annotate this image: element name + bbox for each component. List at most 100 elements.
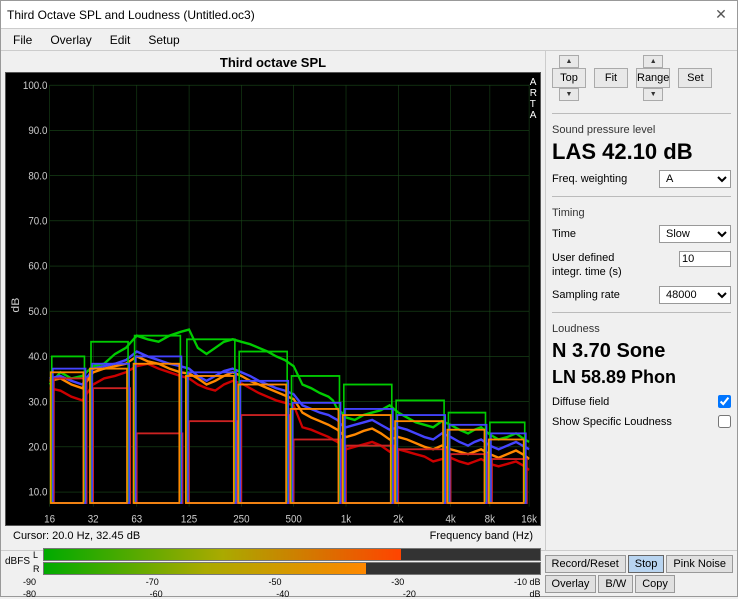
bw-button[interactable]: B/W: [598, 575, 633, 593]
menu-bar: File Overlay Edit Setup: [1, 29, 737, 51]
set-button[interactable]: Set: [678, 68, 712, 88]
tick-50: -50: [268, 577, 281, 587]
freq-weighting-row: Freq. weighting A B C Z: [552, 170, 731, 188]
spl-value: LAS 42.10 dB: [552, 140, 731, 164]
menu-overlay[interactable]: Overlay: [42, 31, 99, 49]
right-panel: ▲ Top ▼ Fit ▲ Range ▼ Set: [545, 51, 737, 550]
action-btn-row-1: Record/Reset Stop Pink Noise: [545, 555, 733, 573]
svg-text:20.0: 20.0: [28, 442, 47, 454]
show-specific-label: Show Specific Loudness: [552, 416, 672, 428]
nav-controls: ▲ Top ▼ Fit ▲ Range ▼ Set: [552, 55, 731, 101]
window-title: Third Octave SPL and Loudness (Untitled.…: [7, 8, 255, 22]
user-defined-input[interactable]: [679, 251, 731, 267]
diffuse-field-checkbox[interactable]: [718, 395, 731, 408]
user-defined-row: User definedintegr. time (s): [552, 251, 731, 280]
tick-70: -70: [146, 577, 159, 587]
svg-text:100.0: 100.0: [23, 80, 48, 92]
dbfs-row-l: dBFS L R: [5, 548, 541, 575]
record-reset-button[interactable]: Record/Reset: [545, 555, 626, 573]
freq-weighting-select[interactable]: A B C Z: [659, 170, 731, 188]
sampling-rate-select[interactable]: 48000 44100 96000: [659, 286, 731, 304]
chart-area: Third octave SPL: [1, 51, 545, 550]
freq-weighting-label: Freq. weighting: [552, 173, 627, 185]
svg-text:500: 500: [286, 514, 303, 525]
range-down-button[interactable]: ▼: [643, 88, 663, 101]
tick-r40: -40: [276, 589, 289, 599]
svg-text:1k: 1k: [341, 514, 352, 525]
svg-text:8k: 8k: [485, 514, 496, 525]
copy-button[interactable]: Copy: [635, 575, 675, 593]
divider-2: [552, 196, 731, 197]
svg-text:90.0: 90.0: [28, 126, 47, 138]
svg-text:70.0: 70.0: [28, 216, 47, 228]
time-label: Time: [552, 228, 576, 240]
svg-text:40.0: 40.0: [28, 352, 47, 364]
show-specific-row: Show Specific Loudness: [552, 415, 731, 428]
pink-noise-button[interactable]: Pink Noise: [666, 555, 733, 573]
overlay-button[interactable]: Overlay: [545, 575, 597, 593]
divider-1: [552, 113, 731, 114]
svg-text:63: 63: [131, 514, 142, 525]
svg-text:2k: 2k: [393, 514, 404, 525]
sampling-rate-label: Sampling rate: [552, 289, 620, 301]
svg-text:250: 250: [233, 514, 250, 525]
svg-text:60.0: 60.0: [28, 261, 47, 273]
svg-text:32: 32: [88, 514, 99, 525]
time-row: Time Slow Fast Impulse: [552, 225, 731, 243]
top-down-button[interactable]: ▼: [559, 88, 579, 101]
bottom-bar: dBFS L R -: [1, 550, 737, 596]
loudness-section-label: Loudness: [552, 323, 731, 335]
tick-10: -10 dB: [514, 577, 541, 587]
loudness-ln-value: LN 58.89 Phon: [552, 367, 731, 389]
stop-button[interactable]: Stop: [628, 555, 665, 573]
arta-label: A R T A: [530, 77, 538, 121]
action-btn-row-2: Overlay B/W Copy: [545, 575, 733, 593]
title-bar: Third Octave SPL and Loudness (Untitled.…: [1, 1, 737, 29]
svg-text:4k: 4k: [445, 514, 456, 525]
chart-title: Third octave SPL: [5, 55, 541, 70]
menu-edit[interactable]: Edit: [102, 31, 139, 49]
freq-axis-label: Frequency band (Hz): [426, 528, 537, 544]
dbfs-label-l: dBFS: [5, 556, 31, 567]
tick-r20: -20: [403, 589, 416, 599]
svg-text:16: 16: [44, 514, 55, 525]
cursor-info: Cursor: 20.0 Hz, 32.45 dB: [9, 528, 144, 544]
svg-text:125: 125: [181, 514, 198, 525]
diffuse-field-row: Diffuse field: [552, 395, 731, 408]
top-button[interactable]: Top: [552, 68, 586, 88]
menu-setup[interactable]: Setup: [140, 31, 187, 49]
timing-section-label: Timing: [552, 207, 731, 219]
loudness-n-value: N 3.70 Sone: [552, 339, 731, 363]
show-specific-checkbox[interactable]: [718, 415, 731, 428]
menu-file[interactable]: File: [5, 31, 40, 49]
tick-30: -30: [391, 577, 404, 587]
main-content: Third octave SPL: [1, 51, 737, 550]
tick-r80: -80: [23, 589, 36, 599]
divider-3: [552, 312, 731, 313]
chart-container: 100.0 90.0 80.0 70.0 60.0 50.0 40.0 30.0…: [5, 72, 541, 526]
svg-text:16k: 16k: [521, 514, 538, 525]
range-label: Range: [636, 68, 670, 88]
fit-button[interactable]: Fit: [594, 68, 628, 88]
svg-text:10.0: 10.0: [28, 487, 47, 499]
top-up-button[interactable]: ▲: [559, 55, 579, 68]
top-control: ▲ Top ▼: [552, 55, 586, 101]
range-up-button[interactable]: ▲: [643, 55, 663, 68]
user-defined-label: User definedintegr. time (s): [552, 251, 622, 280]
diffuse-field-label: Diffuse field: [552, 396, 609, 408]
svg-text:50.0: 50.0: [28, 306, 47, 318]
dbfs-section: dBFS L R -: [5, 548, 541, 599]
svg-text:80.0: 80.0: [28, 171, 47, 183]
fit-control: Fit: [594, 55, 628, 101]
tick-rdb: dB: [530, 589, 541, 599]
chart-svg: 100.0 90.0 80.0 70.0 60.0 50.0 40.0 30.0…: [6, 73, 540, 525]
close-button[interactable]: ✕: [711, 5, 731, 25]
sampling-rate-row: Sampling rate 48000 44100 96000: [552, 286, 731, 304]
svg-text:dB: dB: [11, 297, 22, 312]
range-control: ▲ Range ▼: [636, 55, 670, 101]
time-select[interactable]: Slow Fast Impulse: [659, 225, 731, 243]
action-buttons: Record/Reset Stop Pink Noise Overlay B/W…: [545, 555, 733, 593]
tick-r60: -60: [150, 589, 163, 599]
main-window: Third Octave SPL and Loudness (Untitled.…: [0, 0, 738, 597]
set-control: Set: [678, 55, 712, 101]
